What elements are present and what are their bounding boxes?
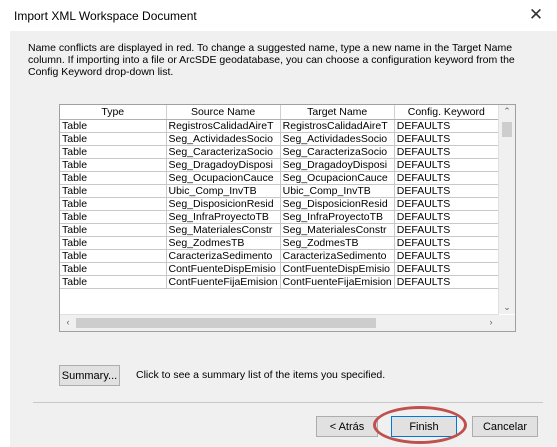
table-cell: Seg_ActividadesSocio <box>166 132 281 146</box>
table-cell[interactable]: DEFAULTS <box>394 262 499 276</box>
divider <box>33 402 543 403</box>
table-cell: Table <box>60 223 167 237</box>
table-cell[interactable]: Seg_ZodmesTB <box>280 236 395 250</box>
table-cell: Seg_OcupacionCauce <box>166 171 281 185</box>
table-row[interactable]: Table Seg_ActividadesSocio Seg_Actividades… <box>60 132 499 146</box>
table-cell[interactable]: Ubic_Comp_InvTB <box>280 184 395 198</box>
table-row[interactable]: Table Seg_DisposicionResid Seg_Disposicion… <box>60 197 499 211</box>
window-title: Import XML Workspace Document <box>14 9 197 23</box>
table-cell[interactable]: DEFAULTS <box>394 171 499 185</box>
close-icon[interactable]: ✕ <box>527 5 545 25</box>
table-cell: ContFuenteDispEmisio <box>166 262 281 276</box>
instructions-text: Name conflicts are displayed in red. To … <box>28 42 515 78</box>
table-cell[interactable]: DEFAULTS <box>394 223 499 237</box>
table-cell[interactable]: Seg_DragadoyDisposi <box>280 158 395 172</box>
column-header-config-keyword[interactable]: Config. Keyword <box>394 105 499 120</box>
horizontal-scrollbar[interactable]: ‹ › <box>60 314 499 331</box>
table-cell: Seg_ZodmesTB <box>166 236 281 250</box>
back-button[interactable]: < Atrás <box>316 416 378 437</box>
table-cell[interactable]: DEFAULTS <box>394 236 499 250</box>
chevron-up-icon[interactable]: ⌃ <box>499 106 515 117</box>
table-cell: Table <box>60 158 167 172</box>
table-cell: Table <box>60 275 167 289</box>
table-row[interactable]: Table Seg_ZodmesTB Seg_ZodmesTB DEFAULTS <box>60 236 499 250</box>
table-cell: Table <box>60 171 167 185</box>
table-cell: Table <box>60 249 167 263</box>
table-cell: Seg_CaracterizaSocio <box>166 145 281 159</box>
scroll-thumb-horizontal[interactable] <box>76 318 376 328</box>
table-row[interactable]: Table Seg_CaracterizaSocio Seg_Caracteriza… <box>60 145 499 159</box>
table-cell: Seg_MaterialesConstr <box>166 223 281 237</box>
chevron-left-icon[interactable]: ‹ <box>60 317 76 327</box>
table-cell[interactable]: DEFAULTS <box>394 119 499 133</box>
summary-hint: Click to see a summary list of the items… <box>136 369 386 381</box>
table-cell: Table <box>60 119 167 133</box>
scrollbar-corner <box>499 315 515 331</box>
table-cell[interactable]: RegistrosCalidadAireT <box>280 119 395 133</box>
table-cell: Seg_DragadoyDisposi <box>166 158 281 172</box>
table-cell: Table <box>60 236 167 250</box>
table-cell: Seg_DisposicionResid <box>166 197 281 211</box>
table-cell: Seg_InfraProyectoTB <box>166 210 281 224</box>
vertical-scrollbar[interactable]: ⌃ ⌄ <box>498 105 515 314</box>
cancel-button[interactable]: Cancelar <box>472 416 538 437</box>
table-cell[interactable]: Seg_OcupacionCauce <box>280 171 395 185</box>
finish-button[interactable]: Finish <box>391 416 457 437</box>
table-cell[interactable]: Seg_MaterialesConstr <box>280 223 395 237</box>
table-cell: Table <box>60 145 167 159</box>
table-cell[interactable]: DEFAULTS <box>394 184 499 198</box>
conflicts-table: Type Source Name Target Name Config. Key… <box>60 105 499 289</box>
chevron-right-icon[interactable]: › <box>483 317 499 327</box>
column-header-source-name[interactable]: Source Name <box>166 105 281 120</box>
table-cell[interactable]: Seg_InfraProyectoTB <box>280 210 395 224</box>
title-bar: Import XML Workspace Document ✕ <box>0 0 557 31</box>
table-row[interactable]: Table RegistrosCalidadAireT RegistrosCalid… <box>60 119 499 133</box>
column-header-type[interactable]: Type <box>60 105 167 120</box>
table-cell[interactable]: DEFAULTS <box>394 132 499 146</box>
table-row[interactable]: Table Seg_DragadoyDisposi Seg_DragadoyDisp… <box>60 158 499 172</box>
table-cell[interactable]: CaracterizaSedimento <box>280 249 395 263</box>
table-cell: Table <box>60 262 167 276</box>
table-row[interactable]: Table Seg_MaterialesConstr Seg_MaterialesC… <box>60 223 499 237</box>
workspace-grid[interactable]: Type Source Name Target Name Config. Key… <box>59 104 516 332</box>
table-cell[interactable]: Seg_CaracterizaSocio <box>280 145 395 159</box>
table-cell[interactable]: DEFAULTS <box>394 275 499 289</box>
table-cell: Table <box>60 210 167 224</box>
table-cell[interactable]: Seg_DisposicionResid <box>280 197 395 211</box>
table-cell[interactable]: DEFAULTS <box>394 210 499 224</box>
table-row[interactable]: Table CaracterizaSedimento CaracterizaSedi… <box>60 249 499 263</box>
table-header: Type Source Name Target Name Config. Key… <box>60 105 499 120</box>
column-header-target-name[interactable]: Target Name <box>280 105 395 120</box>
table-cell: Ubic_Comp_InvTB <box>166 184 281 198</box>
table-cell: Table <box>60 132 167 146</box>
table-cell[interactable]: DEFAULTS <box>394 197 499 211</box>
table-cell: Table <box>60 184 167 198</box>
summary-button[interactable]: Summary... <box>59 365 120 386</box>
table-row[interactable]: Table Ubic_Comp_InvTB Ubic_Comp_InvTB DEFAU… <box>60 184 499 198</box>
table-cell[interactable]: Seg_ActividadesSocio <box>280 132 395 146</box>
scroll-thumb[interactable] <box>502 122 512 137</box>
table-cell: ContFuenteFijaEmision <box>166 275 281 289</box>
table-row[interactable]: Table ContFuenteFijaEmision ContFuenteFija… <box>60 275 499 289</box>
table-cell: RegistrosCalidadAireT <box>166 119 281 133</box>
table-row[interactable]: Table Seg_OcupacionCauce Seg_OcupacionCauc… <box>60 171 499 185</box>
table-cell[interactable]: DEFAULTS <box>394 145 499 159</box>
table-row[interactable]: Table Seg_InfraProyectoTB Seg_InfraProyect… <box>60 210 499 224</box>
table-cell[interactable]: ContFuenteFijaEmision <box>280 275 395 289</box>
chevron-down-icon[interactable]: ⌄ <box>499 302 515 313</box>
table-cell: Table <box>60 197 167 211</box>
table-cell[interactable]: ContFuenteDispEmisio <box>280 262 395 276</box>
table-row[interactable]: Table ContFuenteDispEmisio ContFuenteDispE… <box>60 262 499 276</box>
table-cell[interactable]: DEFAULTS <box>394 158 499 172</box>
table-cell: CaracterizaSedimento <box>166 249 281 263</box>
table-cell[interactable]: DEFAULTS <box>394 249 499 263</box>
